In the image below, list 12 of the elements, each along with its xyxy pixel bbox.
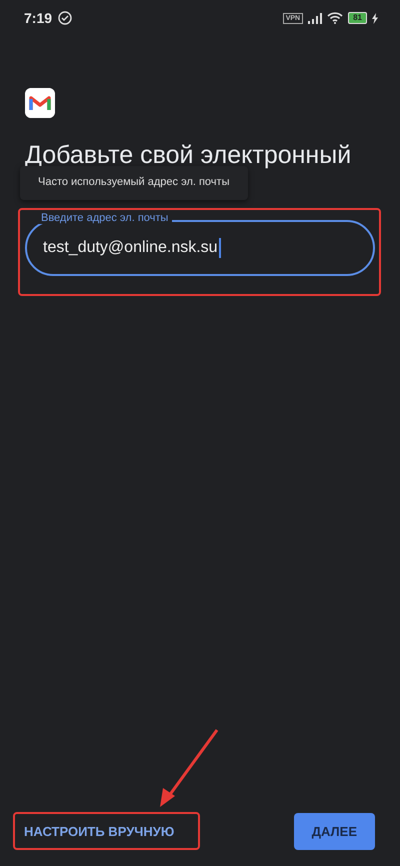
battery-indicator: 81 <box>348 12 367 24</box>
field-label: Введите адрес эл. почты <box>37 212 172 224</box>
tooltip: Часто используемый адрес эл. почты <box>20 166 248 200</box>
charging-icon <box>372 12 378 24</box>
clock: 7:19 <box>24 10 52 26</box>
signal-icon <box>308 12 322 24</box>
next-button[interactable]: ДАЛЕЕ <box>294 813 375 850</box>
wifi-icon <box>327 12 344 24</box>
manual-setup-button[interactable]: НАСТРОИТЬ ВРУЧНУЮ <box>14 814 184 849</box>
mail-logo-icon <box>25 88 55 118</box>
check-circle-icon <box>58 11 72 25</box>
page-heading: Добавьте свой электронный <box>25 140 352 166</box>
